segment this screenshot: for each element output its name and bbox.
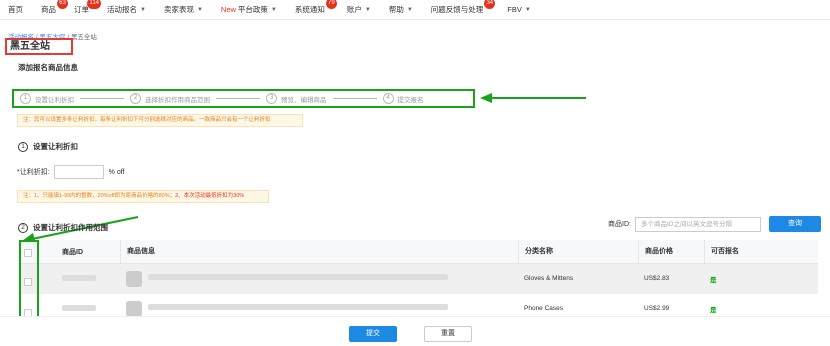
redacted-title (148, 274, 448, 281)
notice-text: 注：1、只能填1-99内的整数，20%off即为原商品价格的80%； (23, 193, 176, 199)
search-area: 商品ID: 多个商品ID之间以英文逗号分隔 查询 (608, 216, 821, 232)
nav-account[interactable]: 账户 ▼ (347, 4, 371, 15)
product-id-cell (40, 274, 120, 283)
product-thumbnail (126, 270, 142, 287)
price-cell: US$2.83 (644, 275, 670, 282)
step-label: 选择折扣作用商品范围 (145, 96, 210, 104)
nav-label: 帮助 (388, 5, 404, 14)
product-info-cell (120, 270, 518, 287)
eligible-cell: 是 (710, 306, 717, 314)
count-badge: 79 (325, 0, 337, 9)
nav-orders[interactable]: 订单 114 (74, 0, 101, 15)
nav-label: FBV (507, 5, 522, 14)
section-label: 设置让利折扣作用范围 (33, 223, 108, 232)
search-label: 商品ID: (608, 221, 631, 228)
section-title: 添加报名商品信息 (18, 63, 78, 72)
price-cell: US$2.99 (644, 305, 670, 312)
search-button[interactable]: 查询 (768, 216, 821, 232)
reset-button[interactable]: 重置 (424, 326, 472, 342)
step-label: 提交报名 (397, 96, 424, 104)
breadcrumb-current: 黑五全站 (70, 34, 97, 41)
nav-label: 卖家表现 (163, 5, 194, 14)
redacted-id (62, 304, 96, 311)
annotation-arrow-icon (480, 93, 586, 103)
nav-label: 首页 (8, 5, 23, 14)
discount-label: *让利折扣: (17, 169, 50, 176)
eligible-cell: 是 (710, 276, 717, 284)
discount-input[interactable] (53, 165, 104, 179)
section-scope-title: 2 设置让利折扣作用范围 (18, 222, 108, 233)
nav-system-notice[interactable]: 系统通知 79 (294, 0, 337, 15)
nav-feedback[interactable]: 问题反馈与处理 34 (430, 0, 496, 15)
nav-platform-policy[interactable]: New 平台政策 ▼ (221, 4, 277, 15)
section-discount-title: 1 设置让利折扣 (18, 141, 78, 152)
product-thumbnail (126, 300, 142, 317)
redacted-id (62, 274, 96, 281)
header-eligible: 可否报名 (704, 239, 764, 264)
header-price: 商品价格 (638, 239, 704, 264)
chevron-down-icon: ▼ (196, 6, 203, 13)
checkbox-highlight (19, 240, 39, 326)
nav-products[interactable]: 商品 63 (41, 0, 68, 15)
step-connector (332, 98, 377, 99)
step-label: 设置让利折扣 (35, 96, 74, 104)
chevron-down-icon: ▼ (524, 6, 531, 13)
table-header: 商品ID 商品信息 分类名称 商品价格 可否报名 (18, 239, 818, 264)
category-cell: Gloves & Mittens (524, 275, 574, 282)
section-number: 1 (18, 141, 28, 152)
chevron-down-icon: ▼ (406, 6, 413, 13)
nav-label: 活动报名 (107, 5, 137, 14)
nav-help[interactable]: 帮助 ▼ (389, 4, 413, 15)
step-number: 4 (382, 93, 394, 104)
discount-unit: % off (108, 168, 125, 176)
section-number: 2 (18, 222, 28, 233)
header-category: 分类名称 (518, 239, 638, 264)
nav-label: 问题反馈与处理 (430, 5, 484, 14)
nav-home[interactable]: 首页 (8, 4, 23, 15)
product-id-cell (40, 304, 120, 313)
step-connector (80, 98, 124, 99)
nav-fbv[interactable]: FBV ▼ (507, 5, 531, 14)
action-bar (0, 316, 830, 346)
page-title: 黑五全站 (5, 38, 73, 55)
discount-notice: 注：1、只能填1-99内的整数，20%off即为原商品价格的80%；2、本次活动… (17, 190, 269, 203)
step-number: 3 (266, 93, 277, 104)
header-info: 商品信息 (120, 239, 518, 264)
redacted-title (148, 304, 448, 311)
step-4: 4 提交报名 (382, 93, 424, 104)
count-badge: 114 (87, 0, 101, 9)
step-2: 2 选择折扣作用商品范围 (130, 93, 210, 104)
nav-activity[interactable]: 活动报名 ▼ (107, 4, 146, 15)
step-connector (216, 98, 260, 99)
chevron-down-icon: ▼ (364, 6, 371, 13)
product-table: 商品ID 商品信息 分类名称 商品价格 可否报名 Gloves & Mitten… (18, 239, 818, 324)
category-cell: Phone Cases (524, 305, 564, 312)
step-number: 2 (130, 93, 141, 104)
chevron-down-icon: ▼ (140, 6, 146, 13)
product-id-search-input[interactable]: 多个商品ID之间以英文逗号分隔 (634, 216, 761, 232)
nav-label: 商品 (41, 5, 56, 14)
step-label: 预览、编辑商品 (281, 96, 327, 104)
nav-label: 系统通知 (294, 5, 325, 14)
discount-row: *让利折扣: % off (17, 165, 125, 179)
count-badge: 34 (484, 0, 496, 9)
top-nav: 首页 商品 63 订单 114 活动报名 ▼ 卖家表现 ▼ New 平台政策 ▼ 系统通知 7… (0, 0, 830, 20)
product-info-cell (120, 300, 518, 317)
steps-indicator: 1 设置让利折扣 2 选择折扣作用商品范围 3 预览、编辑商品 4 提交报名 (12, 89, 475, 108)
chevron-down-icon: ▼ (270, 6, 277, 13)
nav-seller-performance[interactable]: 卖家表现 ▼ (164, 4, 203, 15)
section-label: 设置让利折扣 (33, 142, 78, 151)
step-number: 1 (20, 93, 31, 104)
table-row[interactable]: Gloves & Mittens US$2.83 是 (18, 264, 818, 294)
header-id: 商品ID (62, 248, 83, 256)
step-3: 3 预览、编辑商品 (266, 93, 327, 104)
notice-banner: 注：您可以设置多条让利折扣，每条让利折扣下可分别选择对应的商品。一款商品只会有一… (17, 114, 303, 127)
count-badge: 63 (57, 0, 68, 9)
nav-label: 平台政策 (237, 5, 268, 14)
submit-button[interactable]: 提交 (349, 326, 397, 342)
nav-label: 账户 (346, 5, 362, 14)
new-tag: New (220, 5, 236, 14)
step-1: 1 设置让利折扣 (20, 93, 74, 104)
notice-warning: 2、本次活动最低折扣为30% (175, 193, 245, 199)
